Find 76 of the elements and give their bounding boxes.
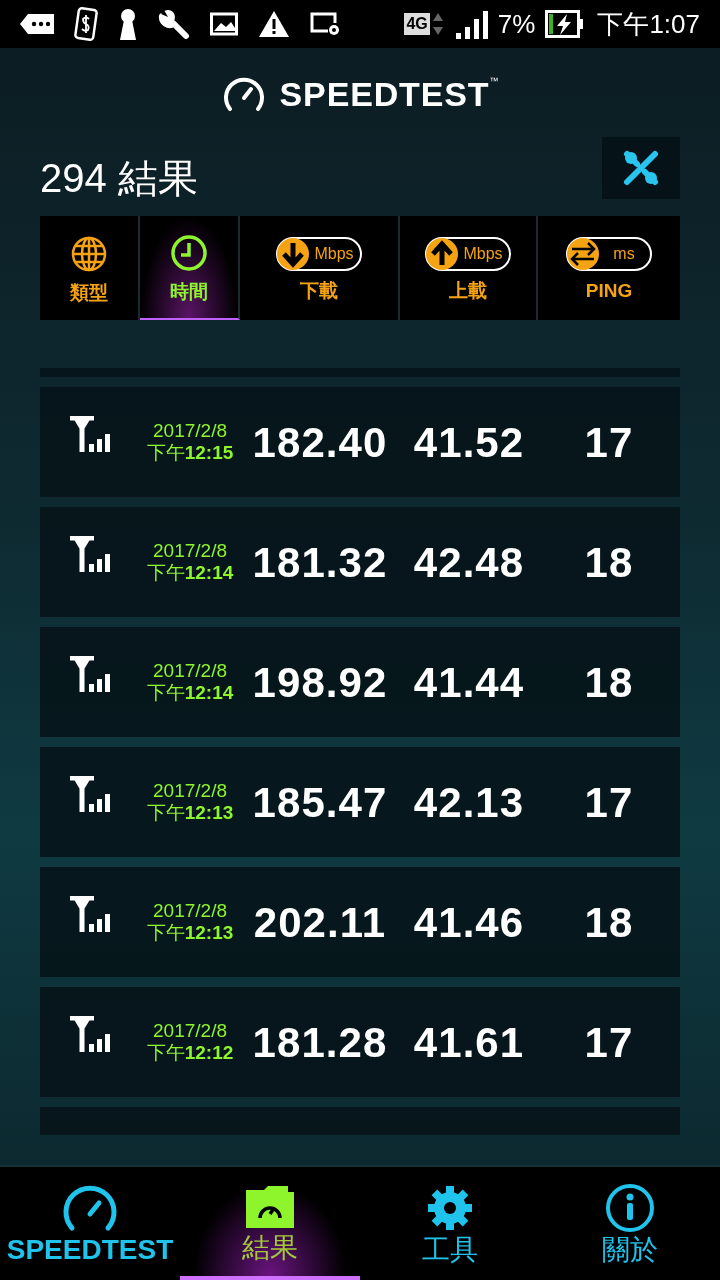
ping-value: 18 [584,897,634,948]
nav-tab[interactable]: SPEEDTEST [0,1167,180,1280]
unit-label: Mbps [313,243,355,264]
upload-speed: 41.61 [413,1017,525,1068]
cellular-signal-icon [68,656,112,694]
phone-dollar-icon [74,7,98,41]
data-arrows-icon [431,11,444,37]
result-date: 2017/2/8 [153,1020,227,1042]
download-speed: 181.32 [252,537,388,588]
speedometer-icon [62,1183,118,1232]
result-time: 下午12:14 [146,562,234,584]
result-row[interactable]: 2017/2/8 下午12:14 181.32 42.48 18 [40,507,680,617]
ping-value: 17 [584,417,634,468]
unit-label: ms [612,243,636,264]
ping-value: 17 [584,777,634,828]
clock-icon [170,233,208,272]
download-speed: 202.11 [253,897,387,948]
upload-speed: 42.13 [413,777,525,828]
tools-button[interactable] [602,137,680,199]
result-time: 下午12:14 [146,682,234,704]
cellular-signal-icon [68,416,112,454]
keyhole-icon [118,8,138,40]
ping-value: 18 [584,537,634,588]
result-row[interactable]: 2017/2/8 下午12:12 181.28 41.61 17 [40,987,680,1097]
result-date: 2017/2/8 [153,420,227,442]
result-time: 下午12:13 [146,922,234,944]
cellular-signal-icon [68,896,112,934]
sort-tab[interactable]: ms PING [538,216,680,320]
wrench-icon [158,8,190,40]
tools-icon [621,148,661,188]
result-date: 2017/2/8 [153,660,227,682]
result-time: 下午12:15 [146,442,234,464]
result-row[interactable]: 2017/2/8 下午12:15 182.40 41.52 17 [40,387,680,497]
cellular-signal-icon [68,1016,112,1054]
download-speed: 198.92 [252,657,388,708]
upload-speed: 42.48 [413,537,525,588]
sort-tab[interactable]: Mbps 上載 [400,216,538,320]
result-row[interactable]: 2017/2/8 下午12:13 202.11 41.46 18 [40,867,680,977]
speedometer-icon [221,76,266,112]
network-type: 4G [404,13,430,35]
result-time: 下午12:12 [146,1042,234,1064]
download-speed: 185.47 [252,777,388,828]
image-icon [210,12,238,36]
result-date: 2017/2/8 [153,900,227,922]
cellular-signal-icon [68,776,112,814]
result-date: 2017/2/8 [153,780,227,802]
screen-settings-icon [310,11,340,37]
nav-tab[interactable]: 工具 [360,1167,540,1280]
clock: 下午1:07 [597,7,700,41]
result-row[interactable]: 2017/2/8 下午12:14 198.92 41.44 18 [40,627,680,737]
download-speed: 182.40 [252,417,388,468]
sort-tab[interactable]: Mbps 下載 [240,216,400,320]
signal-icon [455,9,490,39]
ping-value: 17 [584,1017,634,1068]
notification-icon [20,11,54,37]
globe-icon [70,234,108,273]
cellular-signal-icon [68,536,112,574]
app-logo-text: SPEEDTEST [279,77,490,111]
result-row[interactable] [40,1107,680,1135]
upload-speed: 41.52 [413,417,525,468]
result-date: 2017/2/8 [153,540,227,562]
swap-arrows-icon [566,236,600,271]
battery-percentage: 7% [497,7,536,41]
battery-charging-icon [545,10,584,38]
trademark: ™ [489,77,499,86]
download-speed: 181.28 [252,1017,388,1068]
ping-value: 18 [584,657,634,708]
upload-speed: 41.44 [413,657,525,708]
unit-label: Mbps [462,243,504,264]
results-count: 294 結果 [40,158,198,198]
result-row[interactable]: 2017/2/8 下午12:13 185.47 42.13 17 [40,747,680,857]
sort-tab[interactable]: 時間 [140,216,240,320]
warning-icon [258,10,290,38]
nav-tab[interactable]: 關於 [540,1167,720,1280]
result-time: 下午12:13 [146,802,234,824]
upload-speed: 41.46 [413,897,525,948]
